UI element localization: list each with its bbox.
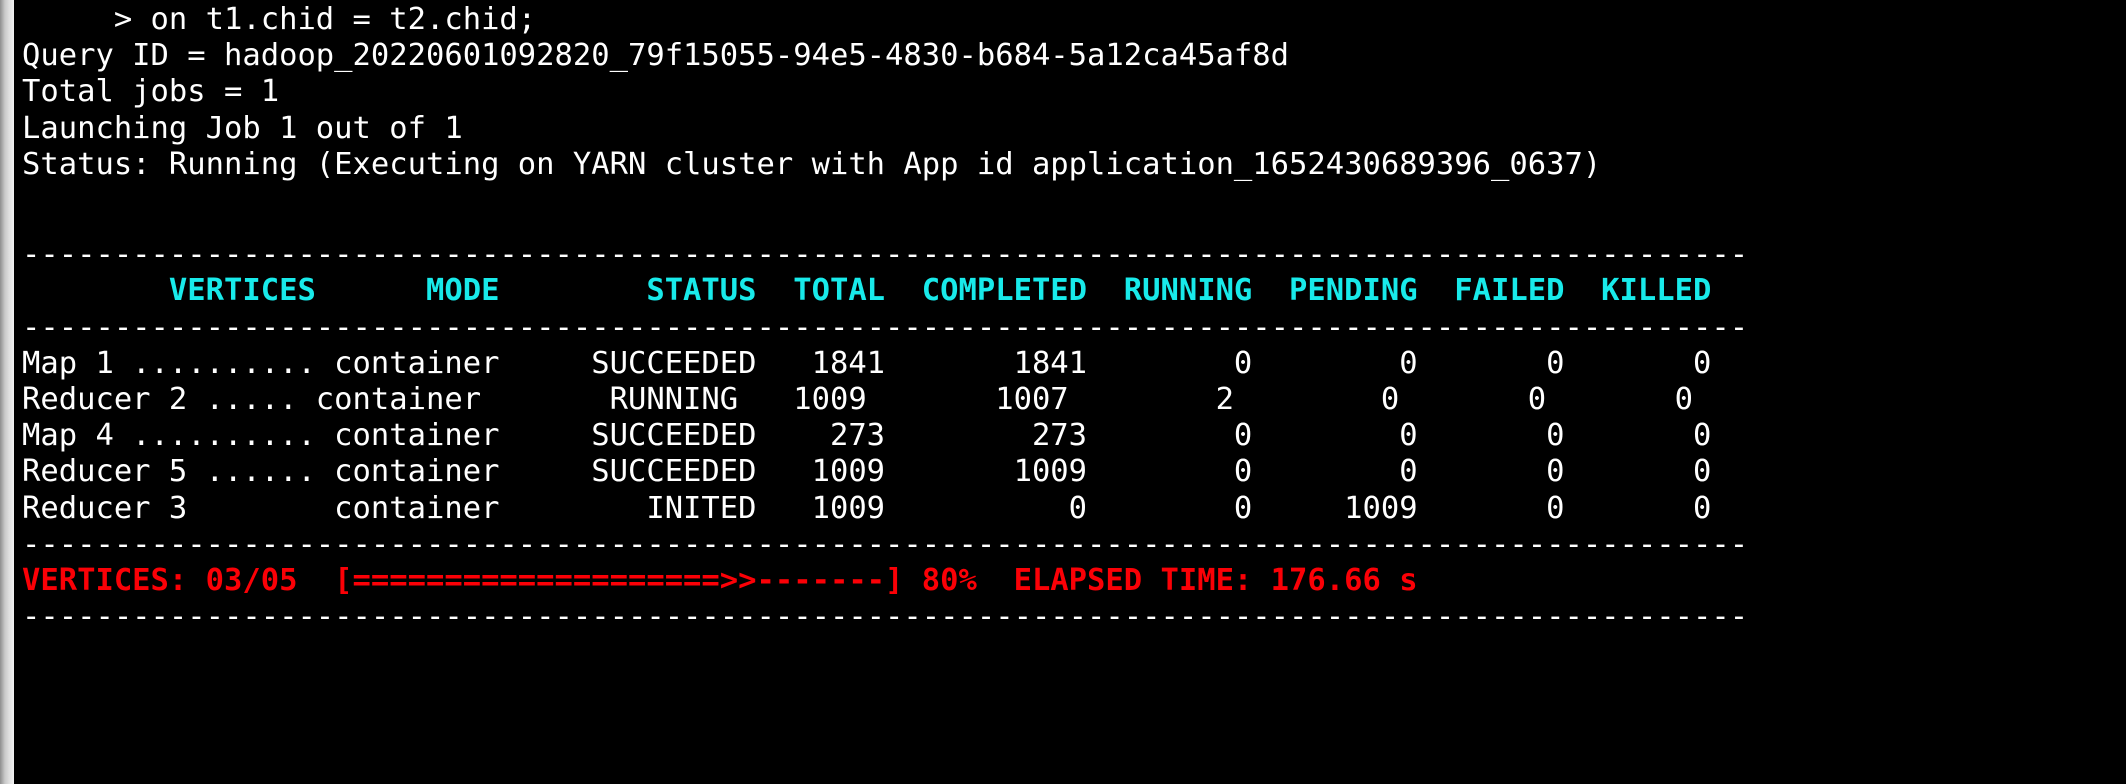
terminal-window: > on t1.chid = t2.chid; Query ID = hadoo… [0,0,2126,784]
table-rule-above-progress: ----------------------------------------… [22,526,1749,562]
terminal-line-status: Status: Running (Executing on YARN clust… [22,146,1602,182]
progress-status-bar: VERTICES: 03/05 [====================>>-… [22,563,1418,599]
terminal-line-query-id: Query ID = hadoop_20220601092820_79f1505… [22,38,1290,74]
table-row: Map 4 .......... container SUCCEEDED 273… [22,418,1712,454]
terminal-output-area[interactable]: > on t1.chid = t2.chid; Query ID = hadoo… [14,0,2126,784]
terminal-line-query-continuation: > on t1.chid = t2.chid; [22,2,537,37]
table-rule-top: ----------------------------------------… [22,237,1749,273]
table-rule-bottom: ----------------------------------------… [22,599,1749,635]
table-row: Map 1 .......... container SUCCEEDED 184… [22,345,1712,381]
window-left-gutter [0,0,14,784]
table-rule-under-header: ----------------------------------------… [22,309,1749,345]
terminal-line-total-jobs: Total jobs = 1 [22,74,280,110]
table-row: Reducer 5 ...... container SUCCEEDED 100… [22,454,1712,490]
table-row: Reducer 2 ..... container RUNNING 1009 1… [22,382,1693,418]
table-row: Reducer 3 container INITED 1009 0 0 1009… [22,490,1712,526]
terminal-line-launching-job: Launching Job 1 out of 1 [22,110,463,146]
table-header-row: VERTICES MODE STATUS TOTAL COMPLETED RUN… [22,273,1712,309]
